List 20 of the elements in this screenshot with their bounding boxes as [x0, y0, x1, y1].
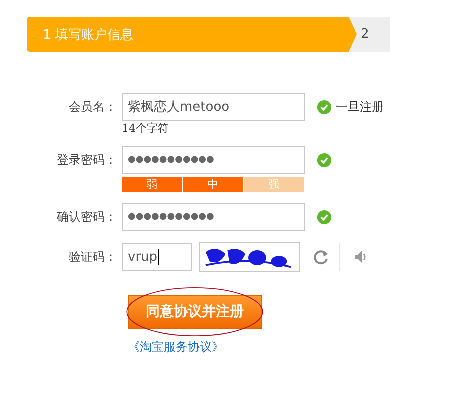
strength-segment: 中: [183, 177, 243, 192]
hint-text: 14个字符: [122, 122, 170, 136]
field-label: 验证码：: [68, 249, 118, 266]
input-text: 紫枫恋人metooo: [128, 99, 230, 116]
input-field[interactable]: ●●●●●●●●●●●: [122, 203, 305, 231]
input-text: vrup: [128, 250, 158, 264]
agreement-link[interactable]: 《淘宝服务协议》: [128, 339, 224, 356]
strength-segment: 强: [244, 177, 304, 192]
captcha-input[interactable]: vrup: [122, 243, 192, 271]
field-label: 登录密码：: [56, 152, 118, 169]
input-text: ●●●●●●●●●●●: [128, 155, 214, 165]
input-field[interactable]: 紫枫恋人metooo: [122, 93, 305, 121]
strength-segment: 弱: [122, 177, 182, 192]
arrow-icon: [345, 17, 357, 52]
input-field[interactable]: ●●●●●●●●●●●: [122, 146, 305, 174]
input-text: ●●●●●●●●●●●: [128, 212, 214, 222]
field-label: 确认密码：: [56, 209, 118, 226]
refresh-icon[interactable]: [313, 249, 329, 265]
field-label: 会员名：: [68, 99, 118, 116]
tip-text: 一旦注册: [336, 98, 384, 116]
